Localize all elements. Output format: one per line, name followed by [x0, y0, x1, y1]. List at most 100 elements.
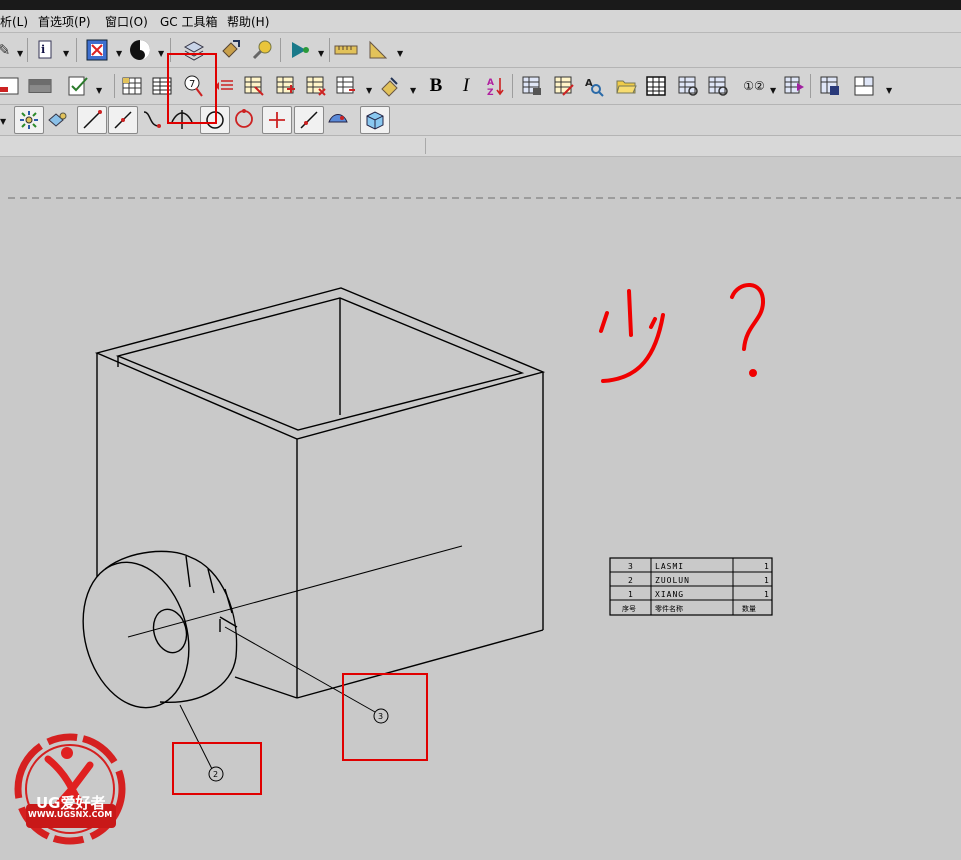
parts-list-cell: 1: [764, 562, 769, 571]
shading-icon[interactable]: [128, 38, 152, 62]
chevron-down-icon[interactable]: ▼: [0, 117, 6, 126]
svg-text:i: i: [41, 43, 45, 56]
chevron-down-icon[interactable]: ▼: [116, 49, 122, 58]
point-on-curve-snap-button[interactable]: [294, 106, 324, 134]
parts-list-table[interactable]: 3 LASMI 1 2 ZUOLUN 1 1 XIANG 1 序号 零件名称 数…: [609, 557, 773, 616]
curve-snap-icon[interactable]: [140, 107, 164, 131]
status-divider: [425, 138, 426, 154]
sort-az-icon[interactable]: AZ: [484, 74, 508, 98]
existing-point-snap-button[interactable]: [262, 106, 292, 134]
toolbar-separator: [280, 38, 281, 62]
italic-button[interactable]: I: [454, 74, 478, 98]
chevron-down-icon[interactable]: ▼: [158, 49, 164, 58]
cell-style-icon[interactable]: [552, 74, 576, 98]
chevron-down-icon[interactable]: ▼: [366, 86, 372, 95]
toolbar-separator: [27, 38, 28, 62]
pencil-icon[interactable]: ✎: [0, 38, 16, 62]
renumber-balloons-button[interactable]: ①②: [738, 74, 770, 98]
highlight-box-toolbar: [167, 53, 217, 124]
save-table-icon[interactable]: [818, 74, 842, 98]
axis-centerline: [127, 545, 463, 638]
menu-window[interactable]: 窗口(O): [105, 13, 148, 30]
wheel[interactable]: [68, 550, 238, 719]
cell-fill-icon[interactable]: [378, 74, 402, 98]
toolbar-row-1: ✎ ▼ i ▼ ▼ ▼ ▼ ▼: [0, 33, 961, 68]
handwritten-annotation: [599, 283, 766, 383]
toolbar-separator: [512, 74, 513, 98]
parts-list-cell: LASMI: [655, 562, 684, 571]
highlight-box-balloon-3: [342, 673, 428, 761]
svg-text:A: A: [487, 78, 494, 88]
spreadsheet-icon[interactable]: [644, 74, 668, 98]
toolbar-separator: [76, 38, 77, 62]
drawing-sheet-icon[interactable]: [0, 74, 20, 98]
parts-list-cell: 2: [628, 576, 633, 585]
table-export-icon[interactable]: [782, 74, 806, 98]
parts-list-cell: ZUOLUN: [655, 576, 690, 585]
edit-check-icon[interactable]: [66, 74, 90, 98]
italic-label: I: [462, 75, 470, 96]
ruler-icon[interactable]: [334, 38, 358, 62]
chevron-down-icon[interactable]: ▼: [63, 49, 69, 58]
chevron-down-icon[interactable]: ▼: [770, 86, 776, 95]
move-object-icon[interactable]: [218, 38, 242, 62]
chevron-down-icon[interactable]: ▼: [96, 86, 102, 95]
menu-preferences[interactable]: 首选项(P): [38, 13, 91, 30]
fit-view-icon[interactable]: [85, 38, 109, 62]
toolbar-separator: [114, 74, 115, 98]
parts-list-cell: 1: [628, 590, 633, 599]
parts-list-header: 零件名称: [655, 604, 683, 613]
chevron-down-icon[interactable]: ▼: [318, 49, 324, 58]
midpoint-snap-button[interactable]: [108, 106, 138, 134]
chevron-down-icon[interactable]: ▼: [410, 86, 416, 95]
toolbar-separator: [810, 74, 811, 98]
text-search-icon[interactable]: A: [582, 74, 606, 98]
menu-analysis[interactable]: 析(L): [0, 13, 28, 30]
endpoint-snap-button[interactable]: [77, 106, 107, 134]
chevron-down-icon[interactable]: ▼: [397, 49, 403, 58]
cell-import-icon[interactable]: [520, 74, 544, 98]
open-folder-icon[interactable]: [614, 74, 638, 98]
parts-list-cell: 1: [764, 576, 769, 585]
table-insert-icon[interactable]: [274, 74, 298, 98]
table-update-icon[interactable]: [706, 74, 730, 98]
table-edit-icon[interactable]: [242, 74, 266, 98]
point-on-face-snap-icon[interactable]: [326, 107, 350, 131]
chevron-down-icon[interactable]: ▼: [17, 49, 23, 58]
layout-template-icon[interactable]: [852, 74, 876, 98]
snap-filter-icon[interactable]: [46, 107, 70, 131]
highlight-box-balloon-2: [172, 742, 262, 795]
ugsnx-watermark-logo: [14, 733, 126, 845]
parts-list-cell: 3: [628, 562, 633, 571]
bounding-box-snap-button[interactable]: [360, 106, 390, 134]
bold-button[interactable]: B: [424, 74, 448, 98]
parts-list-header: 序号: [622, 604, 636, 613]
toolbar-row-2: ▼ 7 ▼ ▼ B I AZ A ①② ▼ ▼: [0, 68, 961, 105]
toolbar-separator: [329, 38, 330, 62]
window-title-strip: [0, 0, 961, 10]
chevron-down-icon[interactable]: ▼: [886, 86, 892, 95]
sheet-view-icon[interactable]: [28, 74, 52, 98]
table-note-icon[interactable]: [120, 74, 144, 98]
table-refresh-icon[interactable]: [676, 74, 700, 98]
menu-gc-toolbox[interactable]: GC 工具箱: [160, 13, 218, 30]
svg-text:Z: Z: [487, 88, 494, 97]
table-merge-icon[interactable]: [304, 74, 328, 98]
quadrant-snap-icon[interactable]: [232, 107, 256, 131]
angle-measure-icon[interactable]: [366, 38, 390, 62]
menu-bar: 析(L) 首选项(P) 窗口(O) GC 工具箱 帮助(H): [0, 10, 961, 33]
toolbar-row-3: ▼: [0, 105, 961, 136]
drawing-canvas[interactable]: 3 2 3 LASMI 1 2 ZUOLUN 1 1 XIANG 1 序号 零件…: [0, 157, 961, 856]
snap-points-icon[interactable]: [14, 106, 44, 134]
watermark-url: WWW.UGSNX.COM: [28, 810, 113, 819]
key-edit-icon[interactable]: [250, 38, 274, 62]
play-selection-icon[interactable]: [288, 38, 312, 62]
drawing-svg: 3 2 3 LASMI 1 2 ZUOLUN 1 1 XIANG 1 序号 零件…: [8, 197, 961, 845]
parts-list-cell: 1: [764, 590, 769, 599]
cue-line: [0, 136, 961, 157]
menu-help[interactable]: 帮助(H): [227, 13, 269, 30]
info-icon[interactable]: i: [32, 38, 56, 62]
table-sort-icon[interactable]: [334, 74, 358, 98]
bold-label: B: [429, 75, 443, 96]
parts-list-header: 数量: [742, 604, 756, 613]
